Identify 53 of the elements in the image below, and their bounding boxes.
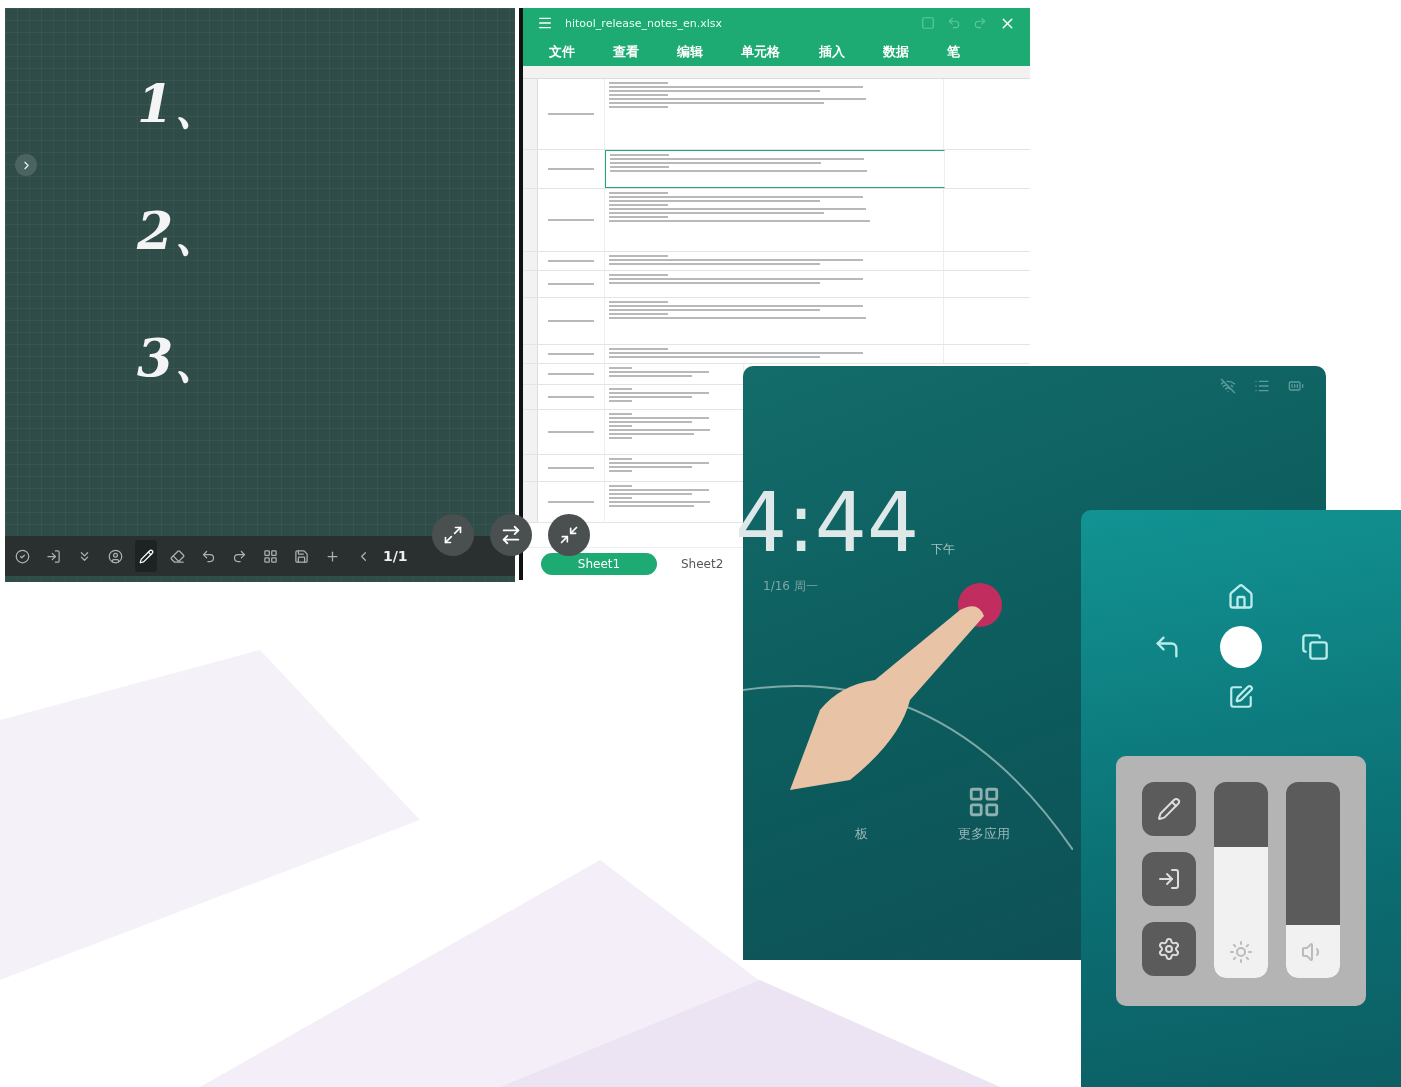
text-line — [547, 353, 595, 355]
text-line — [547, 283, 595, 285]
sheet-tab[interactable]: Sheet1 — [541, 553, 657, 575]
handwritten-number: 3、 — [137, 332, 226, 384]
home-icon[interactable] — [1227, 583, 1255, 611]
page-counter: 1/1 — [383, 548, 408, 564]
handwritten-number: 2、 — [137, 205, 226, 257]
text-line — [547, 219, 595, 221]
text-line — [547, 431, 595, 433]
app-label[interactable]: 更多应用 — [958, 825, 1010, 843]
text-line — [547, 168, 595, 170]
menu-item[interactable]: 查看 — [613, 43, 640, 61]
menu-icon[interactable] — [537, 15, 553, 31]
menu-item[interactable]: 笔 — [946, 43, 960, 61]
pencil-icon — [1157, 797, 1181, 821]
list-icon — [1254, 378, 1270, 394]
text-line — [547, 501, 595, 503]
input-source-button[interactable] — [1142, 852, 1196, 906]
annotate-icon[interactable] — [1228, 684, 1254, 710]
expand-arrows-icon — [443, 525, 463, 545]
battery-icon — [1288, 378, 1304, 394]
brightness-slider[interactable] — [1214, 782, 1268, 978]
windows-icon[interactable] — [1301, 633, 1329, 661]
text-line — [547, 320, 595, 322]
text-line — [547, 467, 595, 469]
expand-arrow-button[interactable] — [15, 154, 37, 176]
apps-grid-icon[interactable] — [967, 785, 1001, 819]
swap-arrows-icon — [500, 524, 522, 546]
settings-icon — [1157, 937, 1181, 961]
volume-slider[interactable] — [1286, 782, 1340, 978]
app-label[interactable]: 板 — [855, 825, 868, 843]
text-line — [547, 396, 595, 398]
handwritten-number: 1、 — [137, 78, 226, 130]
menu-item[interactable]: 数据 — [882, 43, 909, 61]
menu-item[interactable]: 编辑 — [677, 43, 704, 61]
menu-item[interactable]: 单元格 — [741, 43, 781, 61]
menu-item[interactable]: 插入 — [818, 43, 845, 61]
settings-button[interactable] — [1142, 922, 1196, 976]
text-line — [547, 113, 595, 115]
sheet-tab[interactable]: Sheet2 — [681, 553, 724, 575]
wifi-off-icon — [1220, 378, 1236, 394]
menu-item[interactable]: 文件 — [549, 43, 575, 61]
date-label: 1/16 周一 — [763, 578, 819, 595]
input-arrow-icon — [1157, 867, 1181, 891]
text-line — [547, 260, 595, 262]
meridiem-label: 下午 — [931, 541, 956, 558]
text-line — [547, 373, 595, 375]
pen-button[interactable] — [1142, 782, 1196, 836]
pen-icon[interactable] — [135, 540, 157, 572]
collapse-arrows-icon — [559, 525, 579, 545]
center-button[interactable] — [1220, 626, 1262, 668]
file-title: hitool_release_notes_en.xlsx — [565, 16, 724, 30]
brightness-icon — [1229, 940, 1253, 964]
